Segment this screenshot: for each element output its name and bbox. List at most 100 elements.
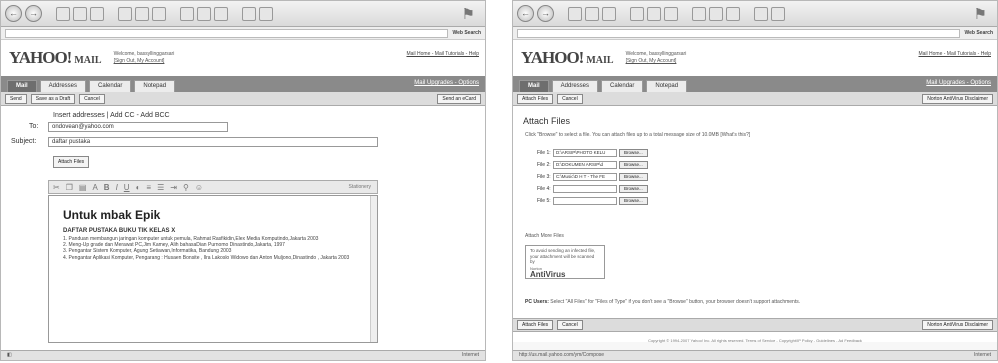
copy-icon[interactable]: ❐ (66, 183, 73, 192)
file-input[interactable]: D:\ARSIP\PHOTO KELU (553, 148, 617, 157)
tab-calendar[interactable]: Calendar (89, 80, 132, 92)
underline-icon[interactable]: U (124, 183, 130, 192)
browse-button[interactable]: Browse... (619, 172, 648, 181)
tab-addresses[interactable]: Addresses (39, 80, 87, 92)
italic-icon[interactable]: I (116, 183, 118, 192)
link-icon[interactable]: ⚲ (183, 183, 189, 192)
mail-icon[interactable] (180, 6, 194, 21)
cancel-button[interactable]: Cancel (557, 320, 583, 330)
file-row: File 4: Browse... (537, 184, 648, 193)
antivirus-box: To avoid sending an infected file, your … (525, 245, 605, 279)
cancel-button[interactable]: Cancel (79, 93, 105, 104)
cut-icon[interactable]: ✂ (53, 183, 60, 192)
browser-toolbar: ← → ⚑ (1, 1, 485, 27)
bold-icon[interactable]: B (104, 183, 110, 192)
yahoo-mail-logo[interactable]: YAHOO! MAIL (9, 48, 102, 68)
status-url: http://us.mail.yahoo.com/ym/Compose (519, 352, 605, 358)
attach-more-link[interactable]: Attach More Files (525, 233, 564, 239)
tab-calendar[interactable]: Calendar (601, 80, 644, 92)
forward-icon[interactable]: → (25, 5, 42, 22)
browse-button[interactable]: Browse... (619, 148, 648, 157)
tab-addresses[interactable]: Addresses (551, 80, 599, 92)
history-icon[interactable] (664, 6, 678, 21)
print-icon[interactable] (709, 6, 723, 21)
messenger-icon[interactable] (259, 6, 273, 21)
yahoo-mail-logo[interactable]: YAHOO! MAIL (521, 48, 614, 68)
attach-panel: Attach Files Click "Browse" to select a … (513, 106, 997, 343)
insert-address-links[interactable]: Insert addresses | Add CC - Add BCC (53, 112, 170, 119)
edit-icon[interactable] (726, 6, 740, 21)
send-button[interactable]: Send (5, 93, 27, 104)
tab-mail[interactable]: Mail (7, 80, 37, 92)
attach-files-button[interactable]: Attach Files (517, 93, 554, 104)
file-input[interactable]: D:\DOKUMEN ARSIP\d (553, 160, 617, 169)
web-search-label[interactable]: Web Search (452, 30, 481, 36)
pc-users-note: PC Users: Select "All Files" for "Files … (525, 299, 801, 305)
message-body[interactable]: Untuk mbak Epik DAFTAR PUSTAKA BUKU TIK … (48, 195, 378, 343)
account-links[interactable]: [Sign Out, My Account] (626, 58, 687, 65)
compose-toolbar: Send Save as a Draft Cancel Send an eCar… (1, 92, 485, 106)
home-icon[interactable] (602, 6, 616, 21)
stationery-link[interactable]: Stationery (348, 184, 371, 190)
subject-field[interactable]: daftar pustaka (48, 137, 378, 147)
cancel-button[interactable]: Cancel (557, 93, 583, 104)
file-input[interactable]: C:\Music\D H T - The FE (553, 172, 617, 181)
zone-label: Internet (974, 352, 991, 358)
file-input[interactable] (553, 184, 617, 193)
search-icon[interactable] (630, 6, 644, 21)
browse-button[interactable]: Browse... (619, 184, 648, 193)
tab-notepad[interactable]: Notepad (134, 80, 176, 92)
list-icon[interactable]: ☰ (157, 183, 164, 192)
options-link[interactable]: Mail Upgrades - Options (414, 80, 479, 86)
editor-scrollbar[interactable] (370, 196, 377, 342)
browse-button[interactable]: Browse... (619, 160, 648, 169)
stop-icon[interactable] (56, 6, 70, 21)
paste-icon[interactable]: ▤ (79, 183, 87, 192)
attach-files-button[interactable]: Attach Files (53, 156, 90, 168)
tab-mail[interactable]: Mail (519, 80, 549, 92)
norton-disclaimer-button[interactable]: Norton AntiVirus Disclaimer (922, 93, 993, 104)
address-input[interactable] (517, 28, 961, 38)
account-links[interactable]: [Sign Out, My Account] (114, 58, 175, 65)
file-row: File 1: D:\ARSIP\PHOTO KELU Browse... (537, 148, 648, 157)
favorites-icon[interactable] (647, 6, 661, 21)
norton-disclaimer-button[interactable]: Norton AntiVirus Disclaimer (922, 320, 993, 330)
favorites-icon[interactable] (135, 6, 149, 21)
attach-files-button[interactable]: Attach Files (517, 320, 554, 330)
home-icon[interactable] (90, 6, 104, 21)
save-draft-button[interactable]: Save as a Draft (30, 93, 76, 104)
mail-icon[interactable] (692, 6, 706, 21)
back-icon[interactable]: ← (5, 5, 22, 22)
browse-button[interactable]: Browse... (619, 196, 648, 205)
header-links[interactable]: Mail Home - Mail Tutorials - Help (918, 51, 991, 57)
address-input[interactable] (5, 28, 449, 38)
to-field[interactable]: ondovean@yahoo.com (48, 122, 228, 132)
format-toolbar: ✂ ❐ ▤ A B I U ◐ ≡ ☰ ⇥ ⚲ ☺ Stationery (48, 180, 378, 194)
history-icon[interactable] (152, 6, 166, 21)
header-links[interactable]: Mail Home - Mail Tutorials - Help (406, 51, 479, 57)
options-link[interactable]: Mail Upgrades - Options (926, 80, 991, 86)
tab-notepad[interactable]: Notepad (646, 80, 688, 92)
folder-icon[interactable] (242, 6, 256, 21)
font-icon[interactable]: A (92, 183, 97, 192)
stop-icon[interactable] (568, 6, 582, 21)
indent-icon[interactable]: ⇥ (170, 183, 177, 192)
edit-icon[interactable] (214, 6, 228, 21)
list-item: 4. Pengantar Aplikasi Komputer, Pengaran… (63, 254, 350, 261)
windows-logo-icon: ⚑ (461, 5, 475, 23)
folder-icon[interactable] (754, 6, 768, 21)
refresh-icon[interactable] (73, 6, 87, 21)
print-icon[interactable] (197, 6, 211, 21)
back-icon[interactable]: ← (517, 5, 534, 22)
refresh-icon[interactable] (585, 6, 599, 21)
send-ecard-button[interactable]: Send an eCard (437, 93, 481, 104)
forward-icon[interactable]: → (537, 5, 554, 22)
messenger-icon[interactable] (771, 6, 785, 21)
web-search-label[interactable]: Web Search (964, 30, 993, 36)
emoticon-icon[interactable]: ☺ (195, 183, 203, 192)
status-icon: ◧ (7, 352, 12, 358)
align-icon[interactable]: ≡ (146, 183, 151, 192)
search-icon[interactable] (118, 6, 132, 21)
file-input[interactable] (553, 196, 617, 205)
color-icon[interactable]: ◐ (136, 183, 141, 192)
